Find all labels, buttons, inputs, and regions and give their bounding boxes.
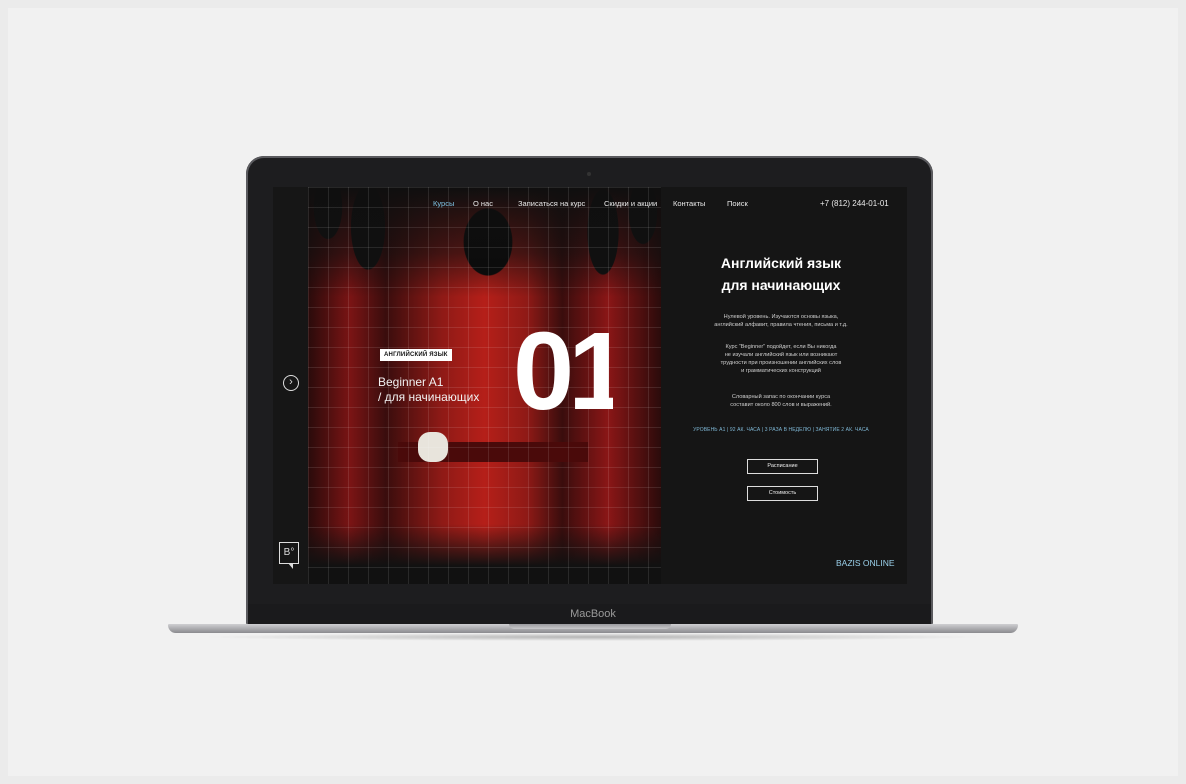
sidebar: › B° xyxy=(273,187,308,584)
hero-photo: 01 xyxy=(308,187,661,584)
course-level: Beginner A1 xyxy=(378,375,444,389)
description-line: не изучали английский язык или возникают xyxy=(724,352,838,358)
laptop-notch xyxy=(509,624,671,629)
description-line: Курс “Beginner” подойдет, если Вы никогд… xyxy=(725,344,837,350)
description-line: и грамматических конструкций xyxy=(741,368,821,374)
nav-item-search[interactable]: Поиск xyxy=(727,199,748,208)
schedule-button[interactable]: Расписание xyxy=(747,459,818,474)
nav-item-enroll[interactable]: Записаться на курс xyxy=(518,199,585,208)
description-paragraph-3: Словарный запас по окончании курса соста… xyxy=(661,393,901,409)
description-line: Нулевой уровень. Изучаются основы языка, xyxy=(723,314,839,320)
description-line: трудности при произношении английских сл… xyxy=(720,360,842,366)
description-paragraph-1: Нулевой уровень. Изучаются основы языка,… xyxy=(661,313,901,329)
course-subtitle: / для начинающих xyxy=(378,390,480,404)
laptop-shadow xyxy=(200,633,986,641)
bazis-logo-icon[interactable]: B° xyxy=(279,542,299,569)
course-title: Beginner A1 / для начинающих xyxy=(378,375,479,405)
description-line: составит около 800 слов и выражений. xyxy=(730,402,832,408)
description-line: Словарный запас по окончании курса xyxy=(731,394,831,400)
course-category-tag: АНГЛИЙСКИЙ ЯЗЫК xyxy=(380,349,452,361)
description-paragraph-2: Курс “Beginner” подойдет, если Вы никогд… xyxy=(661,343,901,375)
nav-item-discounts[interactable]: Скидки и акции xyxy=(604,199,657,208)
course-heading-line2: для начинающих xyxy=(721,277,841,293)
camera-dot xyxy=(587,172,591,176)
laptop-screen: › B° 01 АНГЛИЙСКИЙ ЯЗЫК Beginner A1 / дл… xyxy=(273,187,907,584)
course-meta: УРОВЕНЬ А1 | 92 АК. ЧАСА | 3 РАЗА В НЕДЕ… xyxy=(693,427,869,433)
nav-item-contacts[interactable]: Контакты xyxy=(673,199,705,208)
course-number: 01 xyxy=(513,310,613,433)
course-heading: Английский язык для начинающих xyxy=(661,252,901,296)
price-button[interactable]: Стоимость xyxy=(747,486,818,501)
nav-item-courses[interactable]: Курсы xyxy=(433,199,454,208)
nav-item-about[interactable]: О нас xyxy=(473,199,493,208)
phone-number[interactable]: +7 (812) 244-01-01 xyxy=(820,199,889,208)
course-heading-line1: Английский язык xyxy=(720,255,842,271)
brand-label: BAZIS ONLINE xyxy=(836,558,895,568)
device-label: MacBook xyxy=(570,608,616,620)
description-line: английский алфавит, правила чтения, пись… xyxy=(714,322,848,328)
course-info-panel: Английский язык для начинающих Нулевой у… xyxy=(661,187,907,584)
chevron-right-circle-icon[interactable]: › xyxy=(283,375,299,391)
